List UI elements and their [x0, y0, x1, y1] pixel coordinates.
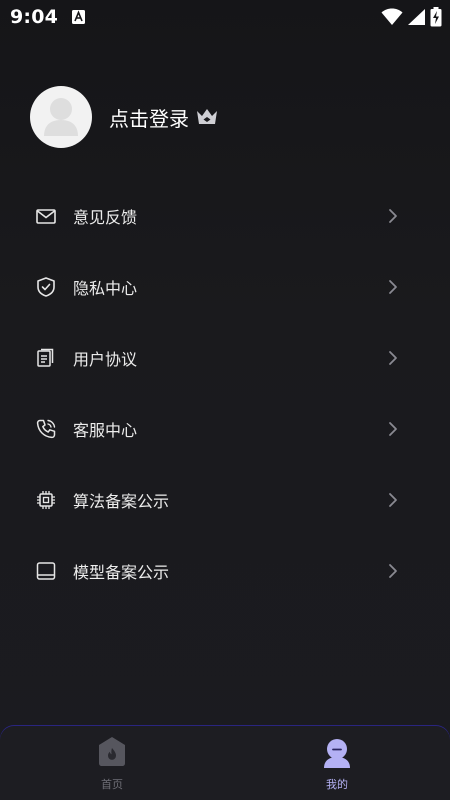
- chevron-right-icon: [389, 350, 397, 365]
- status-time: 9:04: [10, 6, 59, 28]
- battery-charging-icon: [430, 7, 442, 27]
- chevron-right-icon: [389, 208, 397, 223]
- signal-icon: [408, 9, 425, 25]
- menu-item-model-filing[interactable]: 模型备案公示: [0, 535, 450, 606]
- tab-mine[interactable]: 我的: [277, 734, 397, 794]
- menu-item-label: 意见反馈: [73, 207, 138, 227]
- menu-item-label: 客服中心: [73, 420, 138, 440]
- profile-screen: 9:04 点击登录 意见反馈 隐私中心 用户协议 客服中心 算法备案公示 模型备…: [0, 0, 450, 800]
- crown-icon: [197, 109, 217, 124]
- chevron-right-icon: [389, 492, 397, 507]
- tab-home[interactable]: 首页: [52, 734, 172, 794]
- default-avatar-icon[interactable]: [30, 86, 92, 148]
- menu-item-label: 用户协议: [73, 349, 138, 369]
- chevron-right-icon: [389, 421, 397, 436]
- bottom-tab-bar: 首页 我的: [0, 726, 450, 800]
- user-icon: [324, 739, 350, 768]
- settings-menu: 意见反馈 隐私中心 用户协议 客服中心 算法备案公示 模型备案公示: [0, 180, 450, 606]
- menu-item-user-agreement[interactable]: 用户协议: [0, 322, 450, 393]
- menu-item-algorithm-filing[interactable]: 算法备案公示: [0, 464, 450, 535]
- chevron-right-icon: [389, 563, 397, 578]
- document-icon: [37, 348, 54, 367]
- wifi-icon: [381, 8, 403, 25]
- accessibility-a-icon: [72, 10, 85, 24]
- phone-icon: [36, 419, 56, 438]
- mail-icon: [36, 208, 56, 224]
- chip-icon: [37, 490, 55, 509]
- profile-header[interactable]: 点击登录: [30, 86, 219, 148]
- status-icons: [381, 7, 442, 27]
- shield-check-icon: [37, 276, 55, 297]
- menu-item-customer-service[interactable]: 客服中心: [0, 393, 450, 464]
- menu-item-feedback[interactable]: 意见反馈: [0, 180, 450, 251]
- menu-item-label: 隐私中心: [73, 278, 138, 298]
- tab-label: 首页: [101, 778, 123, 791]
- home-flame-icon: [99, 737, 125, 766]
- menu-item-privacy[interactable]: 隐私中心: [0, 251, 450, 322]
- menu-item-label: 模型备案公示: [73, 562, 170, 582]
- menu-item-label: 算法备案公示: [73, 491, 170, 511]
- login-label[interactable]: 点击登录: [109, 103, 189, 132]
- tablet-icon: [36, 561, 56, 580]
- status-bar: 9:04: [0, 0, 450, 36]
- tab-label: 我的: [326, 778, 348, 791]
- chevron-right-icon: [389, 279, 397, 294]
